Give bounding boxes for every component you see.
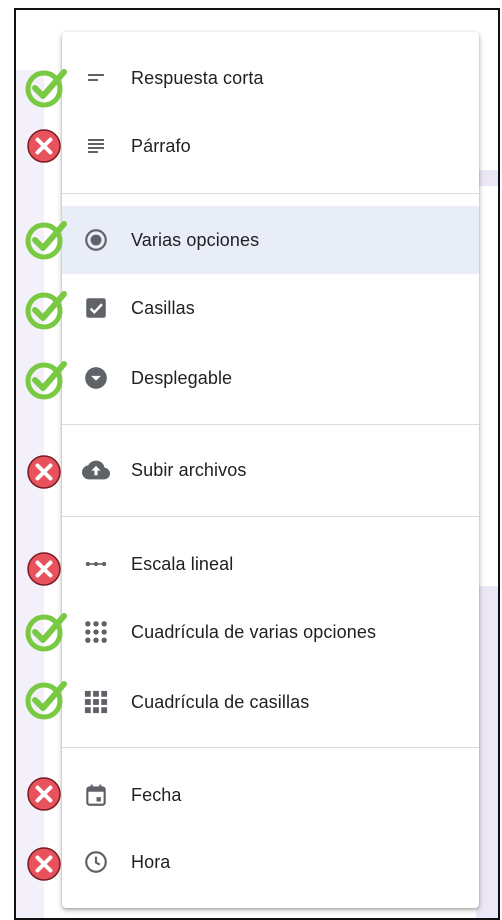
calendar-icon — [79, 782, 113, 808]
dropdown-icon — [79, 365, 113, 391]
menu-item-label: Subir archivos — [131, 459, 247, 480]
multiple-choice-grid-icon — [79, 618, 113, 646]
menu-item-label: Cuadrícula de casillas — [131, 691, 310, 712]
cross-mark-icon — [27, 455, 61, 489]
cross-mark-icon — [27, 129, 61, 163]
background-card — [476, 186, 498, 586]
check-mark-icon — [25, 69, 67, 108]
question-type-menu: Respuesta corta Párrafo Varias opciones … — [62, 32, 479, 908]
linear-scale-icon — [79, 551, 113, 577]
cross-mark-icon — [27, 777, 61, 811]
menu-item-linear-scale[interactable]: Escala lineal — [62, 530, 479, 598]
menu-item-label: Desplegable — [131, 367, 233, 388]
menu-divider — [62, 193, 479, 194]
cloud-upload-icon — [79, 456, 113, 484]
radio-button-icon — [79, 227, 113, 253]
menu-item-label: Fecha — [131, 784, 182, 805]
checkbox-grid-icon — [79, 688, 113, 716]
clock-icon — [79, 849, 113, 875]
check-mark-icon — [25, 361, 67, 400]
menu-item-label: Hora — [131, 851, 171, 872]
menu-item-checkboxes[interactable]: Casillas — [62, 274, 479, 342]
menu-divider — [62, 516, 479, 517]
menu-item-multiple-choice[interactable]: Varias opciones — [62, 206, 479, 274]
menu-item-multiple-choice-grid[interactable]: Cuadrícula de varias opciones — [62, 598, 479, 666]
menu-divider — [62, 747, 479, 748]
menu-item-label: Varias opciones — [131, 229, 260, 250]
check-mark-icon — [25, 681, 67, 720]
menu-item-label: Casillas — [131, 297, 195, 318]
menu-item-label: Respuesta corta — [131, 67, 264, 88]
short-text-icon — [79, 66, 113, 90]
menu-item-file-upload[interactable]: Subir archivos — [62, 436, 479, 504]
background-strip — [476, 586, 498, 918]
menu-item-date[interactable]: Fecha — [62, 761, 479, 829]
menu-divider — [62, 424, 479, 425]
menu-item-time[interactable]: Hora — [62, 828, 479, 896]
menu-item-label: Cuadrícula de varias opciones — [131, 621, 377, 642]
check-mark-icon — [25, 613, 67, 652]
checkbox-icon — [79, 295, 113, 321]
check-mark-icon — [25, 221, 67, 260]
menu-item-dropdown[interactable]: Desplegable — [62, 344, 479, 412]
menu-item-checkbox-grid[interactable]: Cuadrícula de casillas — [62, 668, 479, 736]
cross-mark-icon — [27, 552, 61, 586]
menu-item-paragraph[interactable]: Párrafo — [62, 112, 479, 180]
check-mark-icon — [25, 291, 67, 330]
menu-item-label: Párrafo — [131, 135, 191, 156]
menu-item-short-answer[interactable]: Respuesta corta — [62, 44, 479, 112]
cross-mark-icon — [27, 847, 61, 881]
paragraph-icon — [79, 134, 113, 158]
background-strip — [476, 170, 498, 186]
menu-item-label: Escala lineal — [131, 553, 234, 574]
